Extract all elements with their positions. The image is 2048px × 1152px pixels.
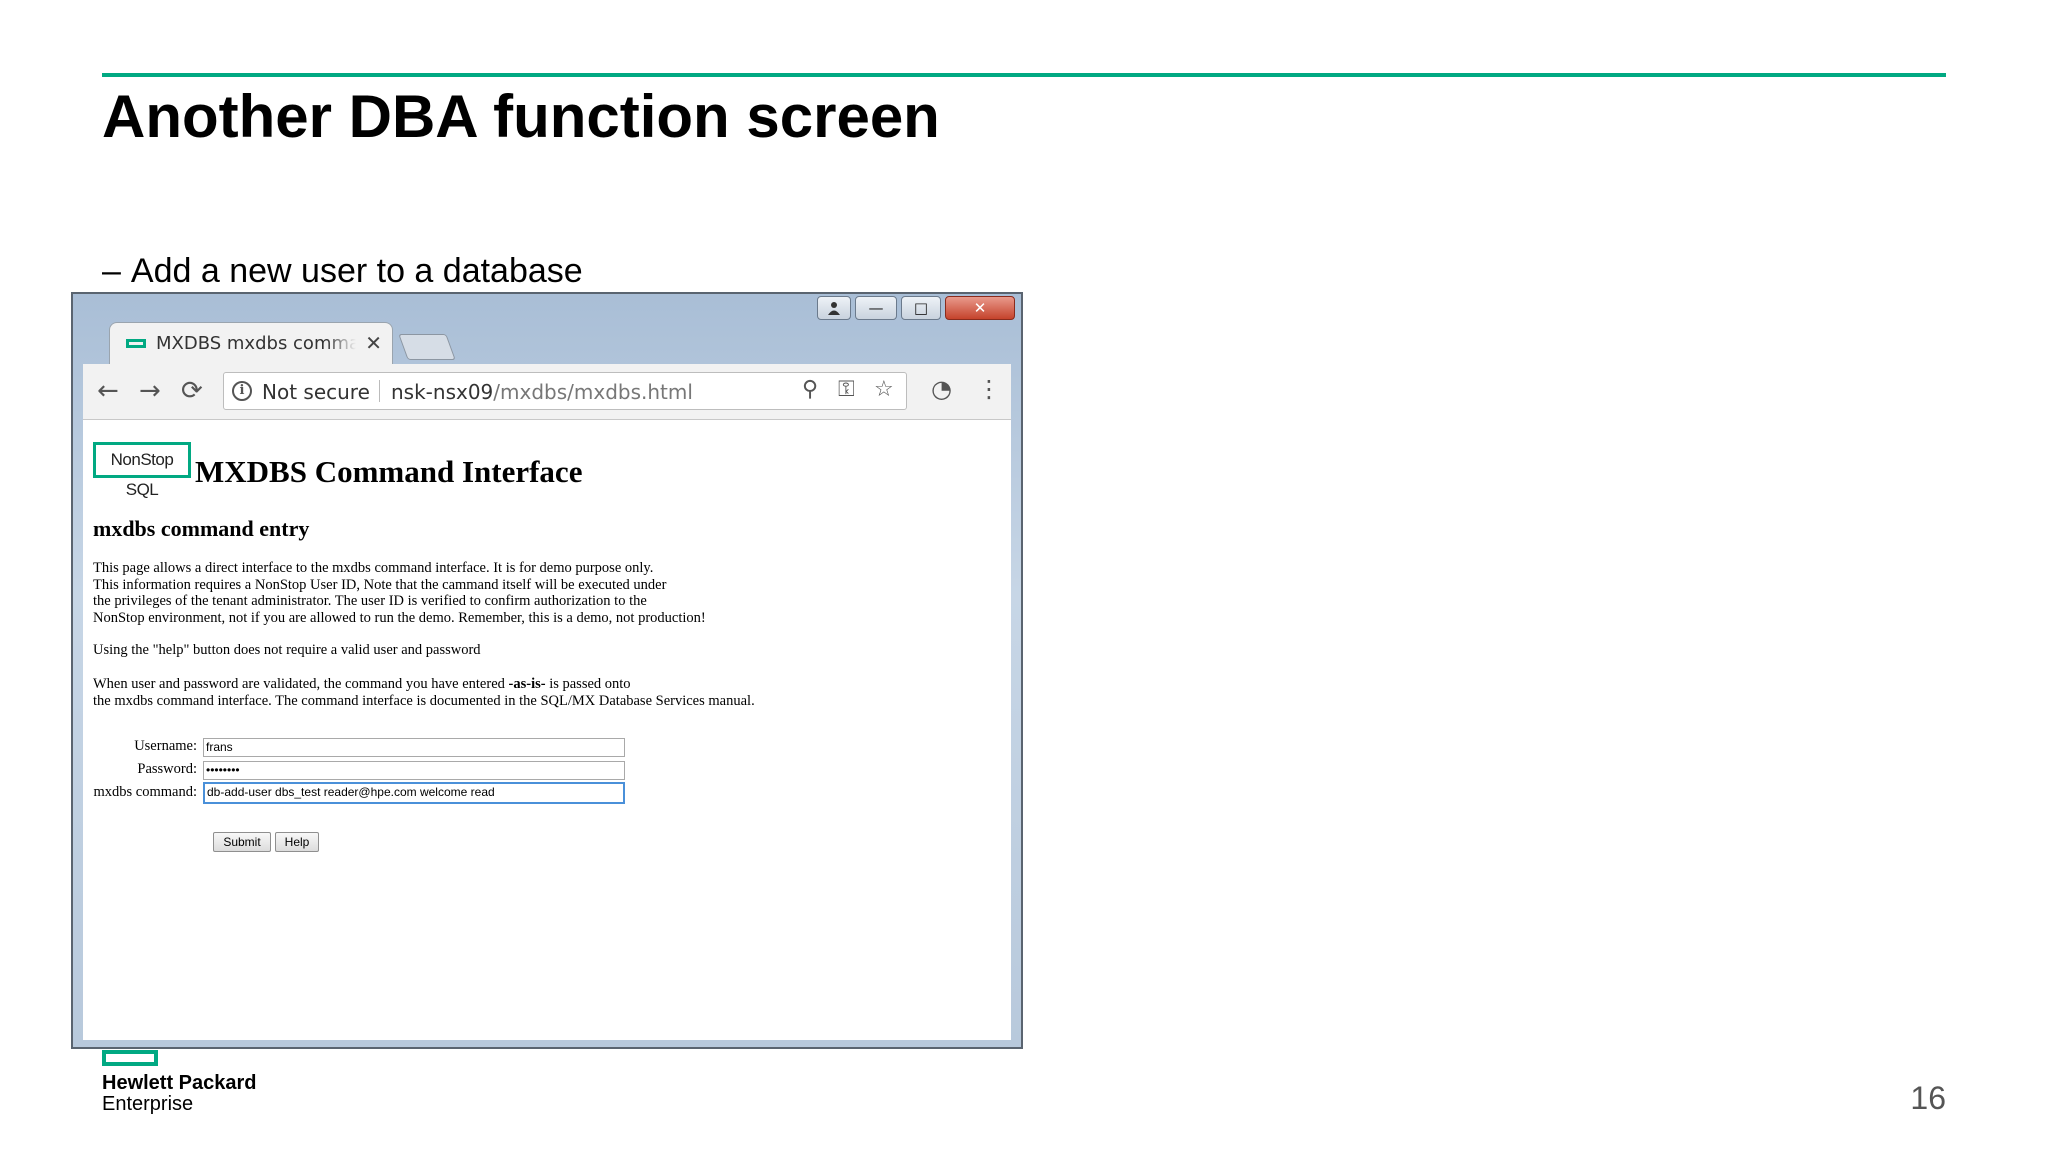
page-number: 16 xyxy=(1910,1080,1946,1116)
username-field[interactable]: frans xyxy=(203,738,625,757)
close-window-button[interactable]: ✕ xyxy=(945,296,1015,320)
security-status[interactable]: Not secure xyxy=(262,380,370,404)
star-icon[interactable]: ☆ xyxy=(874,377,894,402)
page-subheading: mxdbs command entry xyxy=(93,516,310,541)
validation-note: When user and password are validated, th… xyxy=(93,676,755,709)
close-tab-icon[interactable]: ✕ xyxy=(365,331,382,355)
zoom-icon[interactable]: ⚲ xyxy=(802,377,818,402)
brand-name-line2: Enterprise xyxy=(102,1093,194,1115)
page-content: NonStop SQL MXDBS Command Interface mxdb… xyxy=(83,420,1011,1040)
person-icon-svg xyxy=(828,302,840,315)
hpe-logo-icon xyxy=(102,1050,158,1066)
help-note: Using the "help" button does not require… xyxy=(93,642,481,658)
address-divider xyxy=(379,380,380,402)
bullet-item: – Add a new user to a database xyxy=(102,252,583,291)
password-field[interactable]: •••••••• xyxy=(203,761,625,780)
help-button[interactable]: Help xyxy=(275,832,319,852)
tab-title: MXDBS mxdbs command xyxy=(156,333,356,354)
reload-icon[interactable]: ⟳ xyxy=(181,376,203,406)
maximize-button[interactable]: □ xyxy=(901,296,941,320)
brand-name-line1: Hewlett Packard xyxy=(102,1072,257,1094)
slide-title: Another DBA function screen xyxy=(102,83,940,150)
command-field[interactable]: db-add-user dbs_test reader@hpe.com welc… xyxy=(203,782,625,804)
forward-arrow-icon[interactable]: → xyxy=(139,376,161,406)
browser-toolbar: ← → ⟳ i Not secure nsk-nsx09/mxdbs/mxdbs… xyxy=(83,364,1011,420)
intro-paragraph: This page allows a direct interface to t… xyxy=(93,560,706,626)
key-icon[interactable]: ⚿ xyxy=(838,377,855,402)
validation-note-text: When user and password are validated, th… xyxy=(93,676,509,692)
submit-button[interactable]: Submit xyxy=(213,832,271,852)
new-tab-button[interactable] xyxy=(398,334,456,360)
person-icon[interactable] xyxy=(817,296,851,320)
url-path: /mxdbs/mxdbs.html xyxy=(493,380,693,404)
page-heading: MXDBS Command Interface xyxy=(195,454,583,489)
hpe-favicon-icon xyxy=(126,339,146,348)
command-label: mxdbs command: xyxy=(93,784,197,800)
browser-tab[interactable]: MXDBS mxdbs command ✕ xyxy=(109,322,393,366)
validation-note-line2: the mxdbs command interface. The command… xyxy=(93,692,755,709)
nonstop-sql-logo: NonStop SQL xyxy=(93,442,191,499)
menu-icon[interactable]: ⋮ xyxy=(977,375,1001,403)
username-label: Username: xyxy=(134,738,197,754)
bullet-dash: – xyxy=(102,252,121,290)
info-icon[interactable]: i xyxy=(232,381,252,401)
url-text[interactable]: nsk-nsx09/mxdbs/mxdbs.html xyxy=(391,380,693,404)
gauge-icon[interactable]: ◔ xyxy=(931,375,952,403)
url-host: nsk-nsx09 xyxy=(391,380,494,404)
window-controls: — □ ✕ xyxy=(817,296,1015,322)
as-is-text: -as-is- xyxy=(508,676,546,692)
bullet-text: Add a new user to a database xyxy=(130,252,583,290)
validation-note-tail: is passed onto xyxy=(545,676,631,692)
password-label: Password: xyxy=(137,761,197,777)
minimize-button[interactable]: — xyxy=(855,296,897,320)
title-accent-line xyxy=(102,73,1946,77)
back-arrow-icon[interactable]: ← xyxy=(97,376,119,406)
browser-window: — □ ✕ MXDBS mxdbs command ✕ ← → ⟳ i Not … xyxy=(71,292,1023,1049)
address-bar[interactable]: i Not secure nsk-nsx09/mxdbs/mxdbs.html … xyxy=(223,372,907,410)
